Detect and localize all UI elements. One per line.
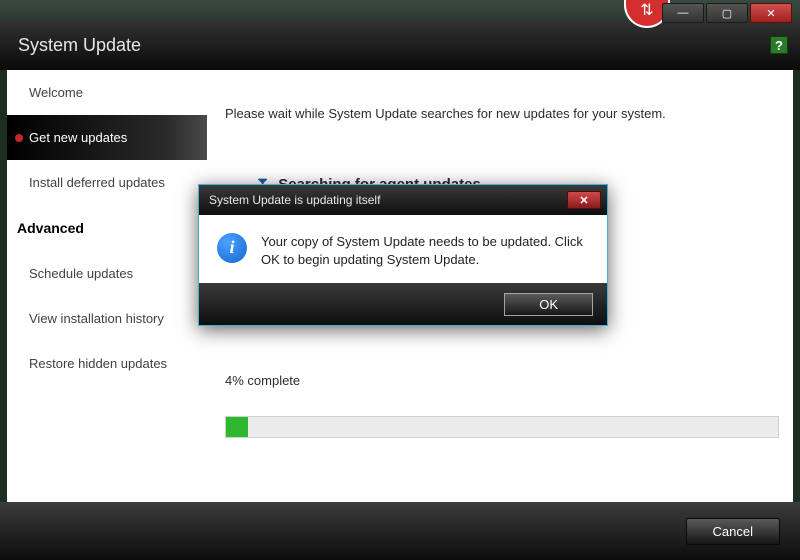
app-title: System Update xyxy=(18,35,141,56)
sidebar-item-schedule-updates[interactable]: Schedule updates xyxy=(7,251,207,296)
arrows-icon: ⇅ xyxy=(640,0,653,20)
info-icon: i xyxy=(217,233,247,263)
sidebar: Welcome Get new updates Install deferred… xyxy=(7,70,207,502)
minimize-button[interactable]: — xyxy=(662,3,704,23)
dialog-ok-button[interactable]: OK xyxy=(504,293,593,316)
progress-bar xyxy=(225,416,779,438)
sidebar-item-restore-hidden[interactable]: Restore hidden updates xyxy=(7,341,207,386)
progress-fill xyxy=(226,417,248,437)
dialog-titlebar[interactable]: System Update is updating itself ✕ xyxy=(199,185,607,215)
titlebar: System Update xyxy=(0,20,800,70)
sidebar-heading-advanced: Advanced xyxy=(7,205,207,251)
sidebar-item-view-history[interactable]: View installation history xyxy=(7,296,207,341)
window-controls: — ▢ ✕ xyxy=(662,3,792,23)
footer-bar: Cancel xyxy=(0,502,800,560)
sidebar-item-get-new-updates[interactable]: Get new updates xyxy=(7,115,207,160)
cancel-button[interactable]: Cancel xyxy=(686,518,780,545)
sidebar-item-welcome[interactable]: Welcome xyxy=(7,70,207,115)
dialog-self-update: System Update is updating itself ✕ i You… xyxy=(198,184,608,326)
dialog-message: Your copy of System Update needs to be u… xyxy=(261,233,587,269)
wait-message: Please wait while System Update searches… xyxy=(225,106,779,121)
sidebar-item-install-deferred[interactable]: Install deferred updates xyxy=(7,160,207,205)
dialog-body: i Your copy of System Update needs to be… xyxy=(199,215,607,283)
progress-text: 4% complete xyxy=(225,373,779,388)
maximize-button[interactable]: ▢ xyxy=(706,3,748,23)
dialog-footer: OK xyxy=(199,283,607,325)
dialog-close-button[interactable]: ✕ xyxy=(567,191,601,209)
help-icon[interactable]: ? xyxy=(770,36,788,54)
dialog-title: System Update is updating itself xyxy=(209,193,380,207)
close-button[interactable]: ✕ xyxy=(750,3,792,23)
